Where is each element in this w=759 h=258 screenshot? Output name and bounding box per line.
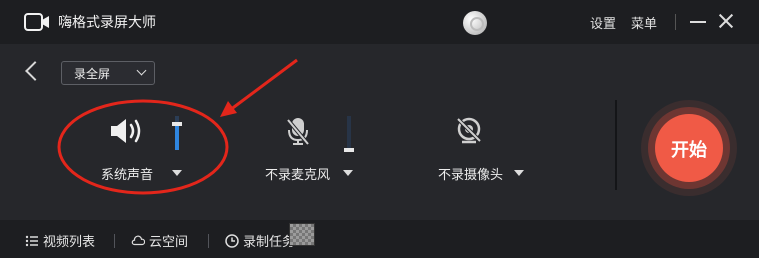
- record-tasks-label: 录制任务: [243, 235, 296, 250]
- start-record-label: 开始: [671, 140, 707, 161]
- bottom-navigation: 视频列表 云空间 录制任务: [0, 220, 759, 258]
- microphone-slider-handle[interactable]: [344, 148, 354, 152]
- system-audio-slider[interactable]: [172, 116, 182, 150]
- speaker-icon[interactable]: [109, 114, 145, 148]
- video-list-label: 视频列表: [43, 235, 96, 250]
- cloud-icon: [131, 235, 145, 246]
- camera-dropdown-icon[interactable]: [514, 170, 524, 176]
- microphone-label[interactable]: 不录麦克风: [265, 164, 330, 183]
- camera-logo-icon: [24, 13, 49, 31]
- bottom-divider: [208, 234, 209, 248]
- camera-muted-icon[interactable]: [454, 116, 484, 146]
- video-list-button[interactable]: 视频列表: [25, 231, 95, 250]
- microphone-slider[interactable]: [344, 116, 354, 152]
- bottom-divider: [114, 234, 115, 248]
- record-mode-label: 录全屏: [74, 67, 111, 81]
- microphone-muted-icon[interactable]: [284, 116, 312, 146]
- camera-label[interactable]: 不录摄像头: [438, 164, 503, 183]
- title-bar: 嗨格式录屏大师 设置 菜单: [0, 0, 759, 44]
- system-audio-slider-fill: [175, 124, 179, 150]
- system-audio-label[interactable]: 系统声音: [101, 164, 153, 183]
- user-avatar[interactable]: [463, 11, 487, 35]
- microphone-dropdown-icon[interactable]: [343, 170, 353, 176]
- recorder-window: 嗨格式录屏大师 设置 菜单 录全屏 系统声音 不录麦克风 不录摄像头 开始 视频…: [0, 0, 759, 258]
- menu-link[interactable]: 菜单: [631, 13, 657, 32]
- cloud-space-button[interactable]: 云空间: [131, 231, 188, 250]
- system-audio-dropdown-icon[interactable]: [172, 170, 182, 176]
- title-divider: [675, 14, 676, 30]
- list-icon: [25, 235, 38, 247]
- start-record-button[interactable]: 开始: [655, 114, 723, 182]
- clock-icon: [225, 234, 239, 248]
- cloud-space-label: 云空间: [149, 235, 189, 250]
- system-audio-slider-handle[interactable]: [172, 122, 182, 126]
- record-tasks-button[interactable]: 录制任务: [225, 231, 295, 250]
- minimize-icon[interactable]: [689, 12, 707, 30]
- back-icon[interactable]: [25, 61, 45, 81]
- chevron-down-icon: [136, 65, 147, 76]
- record-mode-select[interactable]: 录全屏: [61, 61, 155, 85]
- close-icon[interactable]: [717, 12, 735, 30]
- settings-link[interactable]: 设置: [590, 13, 616, 32]
- vertical-divider: [615, 100, 617, 190]
- app-title: 嗨格式录屏大师: [58, 15, 156, 31]
- transparency-placeholder: [289, 223, 315, 246]
